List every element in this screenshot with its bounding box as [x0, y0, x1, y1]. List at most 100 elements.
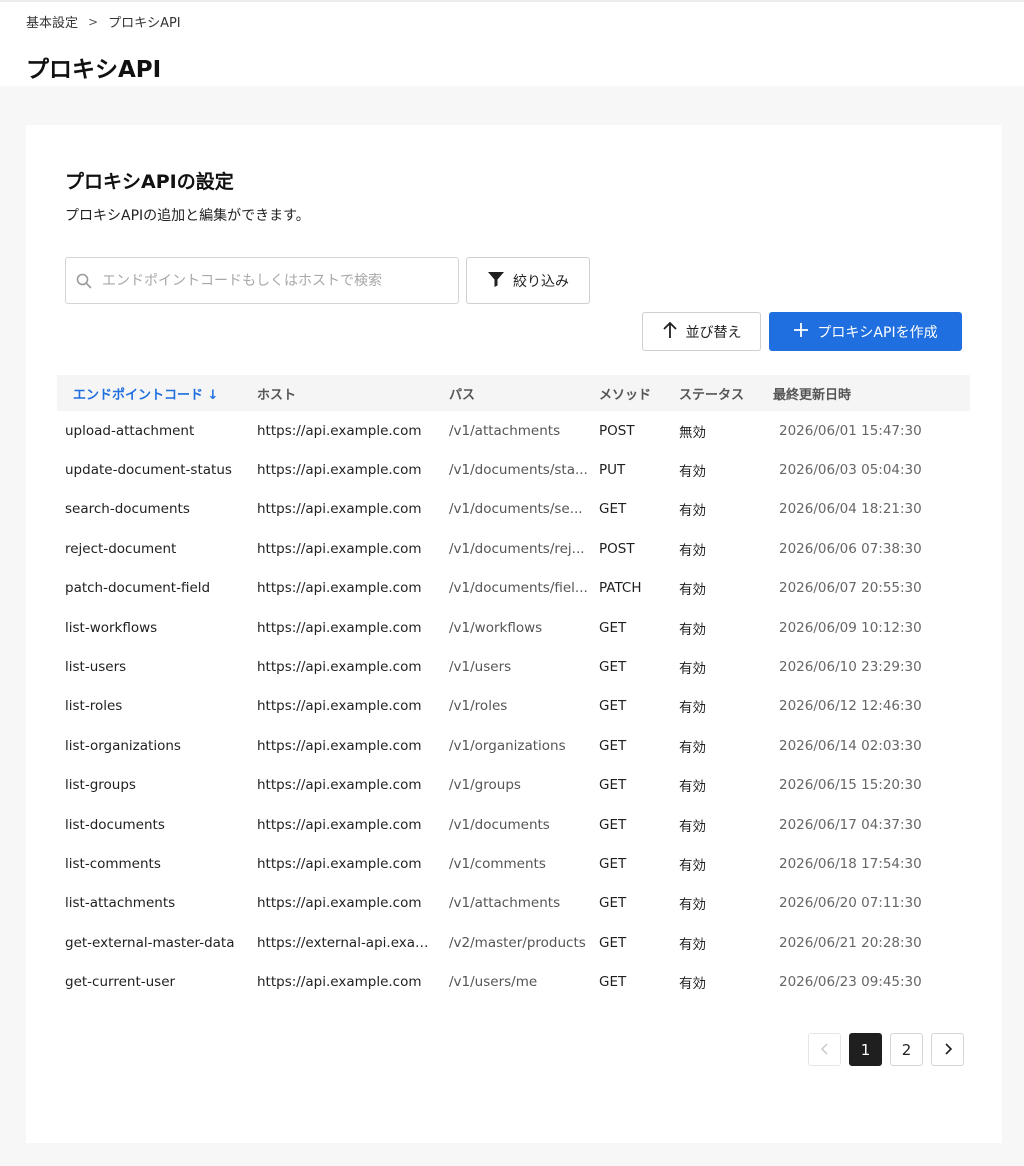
cell-path: /v1/roles [449, 698, 508, 715]
column-header-method[interactable]: メソッド [591, 375, 671, 411]
cell-host: https://api.example.com [257, 540, 422, 557]
cell-endpoint[interactable]: list-organizations [57, 726, 249, 765]
cell-endpoint[interactable]: list-workflows [57, 608, 249, 647]
next-page-button[interactable] [931, 1033, 964, 1066]
table-row[interactable]: list-organizations https://api.example.co… [57, 726, 970, 765]
column-header-endpoint[interactable]: エンドポイントコード ↓ [57, 375, 249, 411]
cell-host: https://api.example.com [257, 580, 422, 597]
filter-button[interactable]: 絞り込み [466, 257, 590, 304]
table-row[interactable]: update-document-status https://api.exampl… [57, 450, 970, 489]
cell-status: 有効 [679, 700, 706, 717]
chevron-right-icon [943, 1041, 953, 1059]
cell-status: 有効 [679, 976, 706, 993]
cell-endpoint[interactable]: list-attachments [57, 884, 249, 923]
table-row[interactable]: get-current-user https://api.example.com /… [57, 962, 970, 1001]
arrow-up-icon [662, 321, 678, 343]
cell-path: /v1/users/me [449, 974, 538, 991]
search-input[interactable] [102, 272, 442, 289]
cell-method: GET [599, 855, 627, 872]
cell-path: /v1/organizations [449, 737, 566, 754]
table-row[interactable]: list-comments https://api.example.com/v1/… [57, 844, 970, 883]
cell-endpoint[interactable]: get-external-master-data [57, 923, 249, 962]
cell-status: 有効 [679, 503, 706, 520]
column-header-path[interactable]: パス [441, 375, 591, 411]
cell-path: /v1/groups [449, 777, 521, 794]
table-row[interactable]: list-workflows https://api.example.com/v1… [57, 608, 970, 647]
search-box [65, 257, 459, 304]
cell-endpoint[interactable]: list-users [57, 647, 249, 686]
table-row[interactable]: patch-document-field https://api.example.… [57, 569, 970, 608]
table-row[interactable]: list-users https://api.example.com/v1/use… [57, 647, 970, 686]
cell-updated: 2026/06/17 04:37:30 [779, 816, 922, 833]
cell-endpoint[interactable]: upload-attachment [57, 411, 249, 450]
cell-host: https://api.example.com [257, 422, 422, 439]
cell-path: /v1/documents/sta... [449, 462, 588, 479]
cell-updated: 2026/06/07 20:55:30 [779, 580, 922, 597]
cell-host: https://api.example.com [257, 619, 422, 636]
cell-host: https://api.example.com [257, 974, 422, 991]
cell-path: /v1/comments [449, 855, 546, 872]
cell-status: 有効 [679, 739, 706, 756]
cell-host: https://api.example.com [257, 501, 422, 518]
cell-endpoint[interactable]: list-comments [57, 844, 249, 883]
cell-endpoint[interactable]: reject-document [57, 529, 249, 568]
cell-endpoint[interactable]: get-current-user [57, 962, 249, 1001]
cell-updated: 2026/06/20 07:11:30 [779, 895, 922, 912]
cell-method: GET [599, 737, 627, 754]
page-header: 基本設定 > プロキシAPI プロキシAPI [0, 0, 1024, 86]
table-row[interactable]: search-documents https://api.example.com /… [57, 490, 970, 529]
column-header-updated[interactable]: 最終更新日時 [765, 375, 970, 411]
cell-host: https://api.example.com [257, 659, 422, 676]
cell-updated: 2026/06/10 23:29:30 [779, 659, 922, 676]
prev-page-button[interactable] [808, 1033, 841, 1066]
table-row[interactable]: list-roles https://api.example.com/v1/rol… [57, 687, 970, 726]
cell-status: 有効 [679, 936, 706, 953]
cell-endpoint[interactable]: list-roles [57, 687, 249, 726]
cell-method: GET [599, 934, 627, 951]
cell-method: PUT [599, 462, 626, 479]
cell-method: POST [599, 422, 635, 439]
cell-status: 有効 [679, 857, 706, 874]
table-row[interactable]: upload-attachment https://api.example.com… [57, 411, 970, 450]
cell-host: https://api.example.com [257, 895, 422, 912]
cell-status: 有効 [679, 621, 706, 638]
cell-host: https://api.example.com [257, 816, 422, 833]
cell-endpoint[interactable]: list-groups [57, 766, 249, 805]
cell-host: https://api.example.com [257, 462, 422, 479]
proxy-api-table-wrapper: エンドポイントコード ↓ ホスト パス メソッド ステータス 最終更新日時 up… [57, 375, 970, 1002]
table-row[interactable]: list-documents https://api.example.com/v1… [57, 805, 970, 844]
settings-card: プロキシAPIの設定 プロキシAPIの追加と編集ができます。 絞り込み 並び替え… [26, 125, 1002, 1143]
sort-button-label: 並び替え [685, 324, 742, 341]
cell-method: GET [599, 777, 627, 794]
cell-path: /v1/documents [449, 816, 550, 833]
cell-method: GET [599, 501, 627, 518]
column-header-status[interactable]: ステータス [671, 375, 765, 411]
table-row[interactable]: list-groups https://api.example.com/v1/gr… [57, 766, 970, 805]
page-button-2[interactable]: 2 [890, 1033, 923, 1066]
chevron-left-icon [820, 1041, 830, 1059]
cell-status: 有効 [679, 582, 706, 599]
cell-endpoint[interactable]: search-documents [57, 490, 249, 529]
cell-path: /v1/documents/se... [449, 501, 583, 518]
table-row[interactable]: reject-document https://api.example.com/v… [57, 529, 970, 568]
cell-path: /v1/attachments [449, 422, 561, 439]
page-title: プロキシAPI [26, 57, 162, 83]
table-row[interactable]: get-external-master-data https://external… [57, 923, 970, 962]
breadcrumb-separator: > [88, 14, 99, 29]
breadcrumb-parent[interactable]: 基本設定 [26, 12, 78, 31]
cell-updated: 2026/06/21 20:28:30 [779, 934, 922, 951]
column-header-host[interactable]: ホスト [249, 375, 441, 411]
page-button-1[interactable]: 1 [849, 1033, 882, 1066]
cell-method: PATCH [599, 580, 642, 597]
sort-button[interactable]: 並び替え [642, 312, 761, 351]
cell-updated: 2026/06/09 10:12:30 [779, 619, 922, 636]
cell-updated: 2026/06/12 12:46:30 [779, 698, 922, 715]
cell-endpoint[interactable]: list-documents [57, 805, 249, 844]
cell-updated: 2026/06/18 17:54:30 [779, 855, 922, 872]
cell-endpoint[interactable]: update-document-status [57, 450, 249, 489]
table-row[interactable]: list-attachments https://api.example.com /… [57, 884, 970, 923]
search-icon [66, 273, 102, 289]
cell-endpoint[interactable]: patch-document-field [57, 569, 249, 608]
cell-status: 有効 [679, 897, 706, 914]
create-proxy-api-button[interactable]: プロキシAPIを作成 [769, 312, 962, 351]
